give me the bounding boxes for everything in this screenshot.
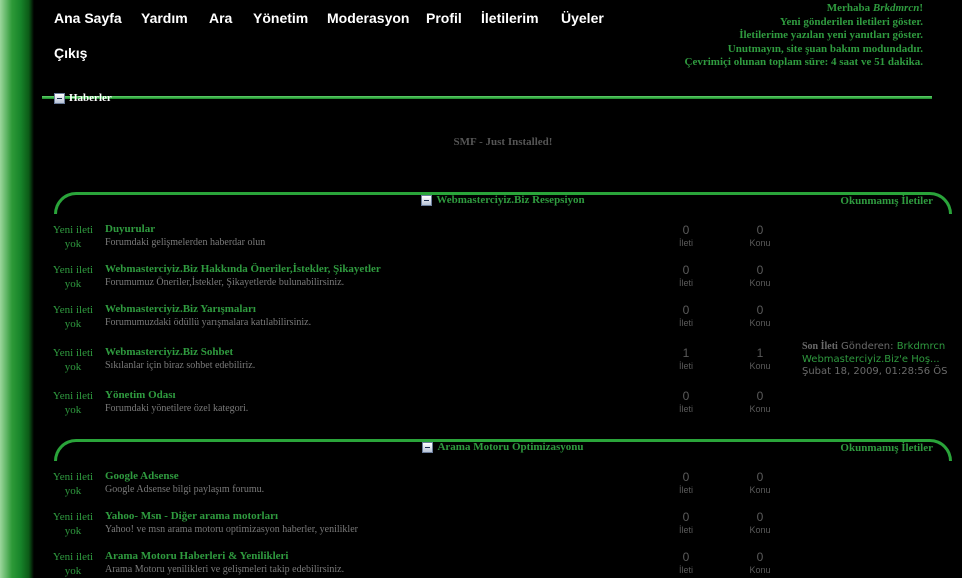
board-status: Yeni ileti yok: [52, 264, 94, 290]
topics-count: 1 Konu: [749, 346, 771, 371]
board-name[interactable]: Duyurular: [105, 223, 155, 235]
board-status: Yeni ileti yok: [52, 551, 94, 577]
board-description: Forumumuzdaki ödüllü yarışmalara katılab…: [105, 317, 312, 328]
board-row: Yeni ileti yok Webmasterciyiz.Biz Hakkınd…: [34, 263, 962, 303]
collapse-icon[interactable]: [422, 441, 434, 453]
online-time: Çevrimiçi olunan toplam süre: 4 saat ve …: [684, 56, 923, 68]
news-bar: [42, 96, 932, 99]
board-row: Yeni ileti yok Arama Motoru Haberleri & Y…: [34, 550, 962, 578]
last-post-author[interactable]: Brkdmrcn: [897, 341, 946, 352]
last-post-info: Son İleti Gönderen: Brkdmrcn Webmasterci…: [802, 341, 948, 377]
board-name[interactable]: Webmasterciyiz.Biz Yarışmaları: [105, 303, 256, 315]
collapse-icon[interactable]: [421, 194, 433, 206]
board-name[interactable]: Yahoo- Msn - Diğer arama motorları: [105, 510, 278, 522]
posts-count: 1 İleti: [678, 346, 693, 371]
menu-messages[interactable]: İletilerim: [481, 10, 539, 26]
board-name[interactable]: Arama Motoru Haberleri & Yenilikleri: [105, 550, 289, 562]
last-post-date: Şubat 18, 2009, 01:28:56 ÖS: [802, 366, 948, 377]
posts-count: 0 İleti: [678, 303, 693, 328]
menu-members[interactable]: Üyeler: [561, 10, 604, 26]
board-row: Yeni ileti yok Yahoo- Msn - Diğer arama m…: [34, 510, 962, 550]
board-status: Yeni ileti yok: [52, 304, 94, 330]
last-post-topic[interactable]: Webmasterciyiz.Biz'e Hoş...: [802, 354, 940, 365]
menu-moderation[interactable]: Moderasyon: [327, 10, 409, 26]
menu-admin[interactable]: Yönetim: [253, 10, 308, 26]
board-status: Yeni ileti yok: [52, 224, 94, 250]
board-name[interactable]: Google Adsense: [105, 470, 179, 482]
unread-posts-link[interactable]: Okunmamış İletiler: [840, 195, 933, 207]
collapse-icon[interactable]: [54, 92, 65, 104]
news-body: SMF - Just Installed!: [453, 136, 553, 148]
topics-count: 0 Konu: [749, 550, 771, 575]
board-name[interactable]: Webmasterciyiz.Biz Sohbet: [105, 346, 233, 358]
board-status: Yeni ileti yok: [52, 511, 94, 537]
username[interactable]: Brkdmrcn: [873, 2, 919, 14]
greeting: Merhaba Brkdmrcn!: [826, 2, 923, 14]
board-row: Yeni ileti yok Duyurular Forumdaki gelişm…: [34, 223, 962, 263]
board-name[interactable]: Yönetim Odası: [105, 389, 176, 401]
topics-count: 0 Konu: [749, 470, 771, 495]
left-border: [0, 0, 34, 578]
board-description: Arama Motoru yenilikleri ve gelişmeleri …: [105, 564, 345, 575]
news-title: Haberler: [69, 92, 112, 104]
topics-count: 0 Konu: [749, 263, 771, 288]
board-description: Forumdaki yönetilere özel kategori.: [105, 403, 249, 414]
posts-count: 0 İleti: [678, 550, 693, 575]
page: Ana Sayfa Yardım Ara Yönetim Moderasyon …: [34, 0, 962, 578]
board-description: Forumdaki gelişmelerden haberdar olun: [105, 237, 266, 248]
board-description: Forumumuz Öneriler,İstekler, Şikayetlerd…: [105, 277, 345, 288]
board-name[interactable]: Webmasterciyiz.Biz Hakkında Öneriler,İst…: [105, 263, 381, 275]
category-title: Webmasterciyiz.Biz Resepsiyon: [34, 194, 962, 206]
menu-home[interactable]: Ana Sayfa: [54, 10, 122, 26]
board-description: Google Adsense bilgi paylaşım forumu.: [105, 484, 265, 495]
board-row: Yeni ileti yok Google Adsense Google Adse…: [34, 470, 962, 510]
menu-search[interactable]: Ara: [209, 10, 232, 26]
new-posts-link[interactable]: Yeni gönderilen iletileri göster.: [685, 16, 923, 30]
board-status: Yeni ileti yok: [52, 471, 94, 497]
menu-logout[interactable]: Çıkış: [54, 45, 87, 61]
board-description: Sıkılanlar için biraz sohbet edebiliriz.: [105, 360, 256, 371]
posts-count: 0 İleti: [678, 389, 693, 414]
topics-count: 0 Konu: [749, 389, 771, 414]
board-description: Yahoo! ve msn arama motoru optimizasyon …: [105, 524, 358, 535]
board-status: Yeni ileti yok: [52, 390, 94, 416]
posts-count: 0 İleti: [678, 470, 693, 495]
posts-count: 0 İleti: [678, 263, 693, 288]
menu-help[interactable]: Yardım: [141, 10, 188, 26]
topics-count: 0 Konu: [749, 303, 771, 328]
posts-count: 0 İleti: [678, 510, 693, 535]
board-row: Yeni ileti yok Yönetim Odası Forumdaki yö…: [34, 389, 962, 429]
board-row: Yeni ileti yok Webmasterciyiz.Biz Yarışma…: [34, 303, 962, 343]
menu-profile[interactable]: Profil: [426, 10, 462, 26]
topics-count: 0 Konu: [749, 223, 771, 248]
category-title: Arama Motoru Optimizasyonu: [34, 441, 962, 453]
news-header: Haberler: [54, 92, 112, 104]
last-post-label: Son İleti: [802, 341, 838, 352]
board-status: Yeni ileti yok: [52, 347, 94, 373]
topics-count: 0 Konu: [749, 510, 771, 535]
posts-count: 0 İleti: [678, 223, 693, 248]
maintenance-notice: Unutmayın, site şuan bakım modundadır.: [727, 42, 923, 55]
new-replies-link[interactable]: İletilerime yazılan yeni yanıtları göste…: [685, 29, 923, 43]
user-info: Merhaba Brkdmrcn! Yeni gönderilen iletil…: [685, 2, 923, 70]
unread-posts-link[interactable]: Okunmamış İletiler: [840, 442, 933, 454]
